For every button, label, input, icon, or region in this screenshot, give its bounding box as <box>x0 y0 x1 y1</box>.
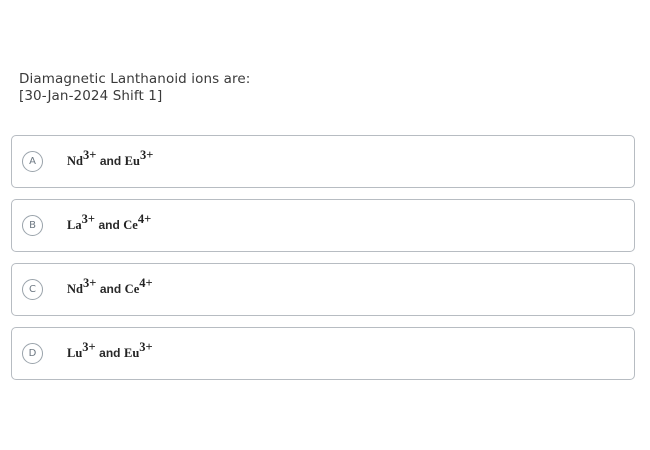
ion-symbol: Eu <box>124 154 140 168</box>
ion-charge: 3+ <box>82 148 97 162</box>
ion-symbol: Nd <box>67 154 83 168</box>
ion-symbol: Nd <box>67 282 83 296</box>
question: Diamagnetic Lanthanoid ions are: [30-Jan… <box>19 71 250 105</box>
ion-charge: 3+ <box>139 340 153 354</box>
option-c[interactable]: C Nd3+ and Ce4+ <box>11 263 635 316</box>
question-meta: [30-Jan-2024 Shift 1] <box>19 88 163 104</box>
option-text: Nd3+ and Ce4+ <box>67 277 153 297</box>
option-text: La3+ and Ce4+ <box>67 213 151 233</box>
ion-charge: 3+ <box>82 276 97 290</box>
ion-charge: 4+ <box>139 276 153 290</box>
option-a[interactable]: A Nd3+ and Eu3+ <box>11 135 635 188</box>
option-letter-badge: A <box>22 151 43 172</box>
option-letter-badge: D <box>22 343 43 364</box>
ion-symbol: La <box>67 218 82 232</box>
ion-charge: 4+ <box>137 212 152 226</box>
ion-charge: 3+ <box>139 148 154 162</box>
option-d[interactable]: D Lu3+ and Eu3+ <box>11 327 635 380</box>
option-text: Nd3+ and Eu3+ <box>67 149 153 169</box>
ion-symbol: Lu <box>67 346 83 360</box>
ion-symbol: Ce <box>123 218 138 232</box>
conjunction: and <box>99 282 122 296</box>
conjunction: and <box>99 154 122 168</box>
conjunction: and <box>98 218 120 232</box>
option-b[interactable]: B La3+ and Ce4+ <box>11 199 635 252</box>
options-list: A Nd3+ and Eu3+ B La3+ and Ce4+ C Nd3+ a… <box>11 135 635 391</box>
option-text: Lu3+ and Eu3+ <box>67 341 153 361</box>
ion-symbol: Eu <box>123 346 140 360</box>
option-letter-badge: C <box>22 279 43 300</box>
ion-charge: 3+ <box>82 340 96 354</box>
question-text: Diamagnetic Lanthanoid ions are: <box>19 71 251 87</box>
ion-charge: 3+ <box>81 212 95 226</box>
option-letter-badge: B <box>22 215 43 236</box>
conjunction: and <box>99 346 121 360</box>
ion-symbol: Ce <box>124 282 140 296</box>
